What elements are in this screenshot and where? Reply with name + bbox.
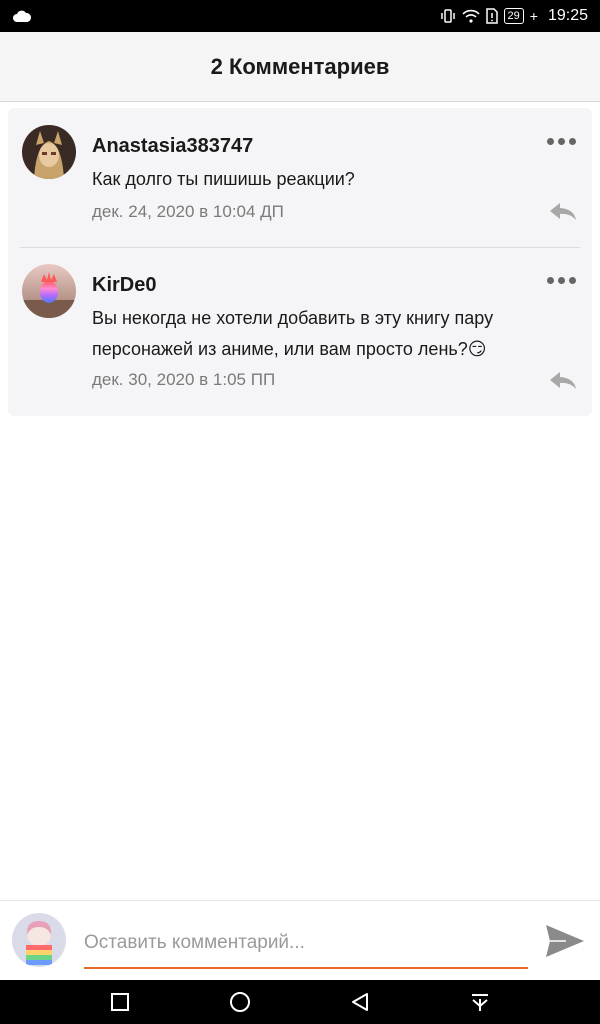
avatar[interactable] [22, 264, 76, 318]
comment-date: дек. 24, 2020 в 10:04 ДП [92, 202, 284, 221]
more-options-icon[interactable] [547, 138, 576, 145]
home-button[interactable] [227, 989, 253, 1015]
reply-icon[interactable] [548, 370, 578, 390]
pulldown-icon [472, 994, 488, 1011]
comment-item: Anastasia383747 Как долго ты пишишь реак… [8, 108, 592, 247]
comment-compose-bar [0, 900, 600, 980]
sim-icon [485, 8, 498, 24]
circle-icon [230, 992, 250, 1012]
comment-item: KirDe0 Вы некогда не хотели добавить в э… [8, 247, 592, 416]
battery-icon: 29 [503, 8, 524, 24]
status-bar: 29 + 19:25 [0, 0, 600, 32]
wifi-icon [461, 9, 480, 23]
cloud-icon [13, 10, 32, 22]
status-icons: 29 + 19:25 [440, 7, 588, 25]
charging-icon: + [529, 8, 538, 24]
header: 2 Комментариев [0, 32, 600, 102]
recent-apps-button[interactable] [107, 989, 133, 1015]
more-options-icon[interactable] [547, 277, 576, 284]
comments-list: Anastasia383747 Как долго ты пишишь реак… [8, 108, 592, 416]
comment-date: дек. 30, 2020 в 1:05 ПП [92, 370, 276, 389]
avatar[interactable] [22, 125, 76, 179]
square-icon [111, 993, 129, 1011]
comment-username[interactable]: KirDe0 [92, 274, 156, 297]
reply-icon[interactable] [548, 201, 578, 221]
triangle-back-icon [352, 993, 368, 1011]
notifications-pulldown-button[interactable] [467, 989, 493, 1015]
navigation-bar [0, 980, 600, 1024]
back-button[interactable] [347, 989, 373, 1015]
page-title: 2 Комментариев [210, 53, 390, 79]
comment-username[interactable]: Anastasia383747 [92, 135, 253, 158]
vibrate-icon [440, 9, 455, 23]
clock: 19:25 [547, 7, 588, 24]
comment-text: Как долго ты пишишь реакции? [92, 169, 355, 189]
user-avatar[interactable] [12, 913, 66, 967]
comment-input[interactable] [84, 919, 528, 969]
comment-text: Вы некогда не хотели добавить в эту книг… [92, 308, 494, 359]
send-icon[interactable] [544, 921, 586, 961]
